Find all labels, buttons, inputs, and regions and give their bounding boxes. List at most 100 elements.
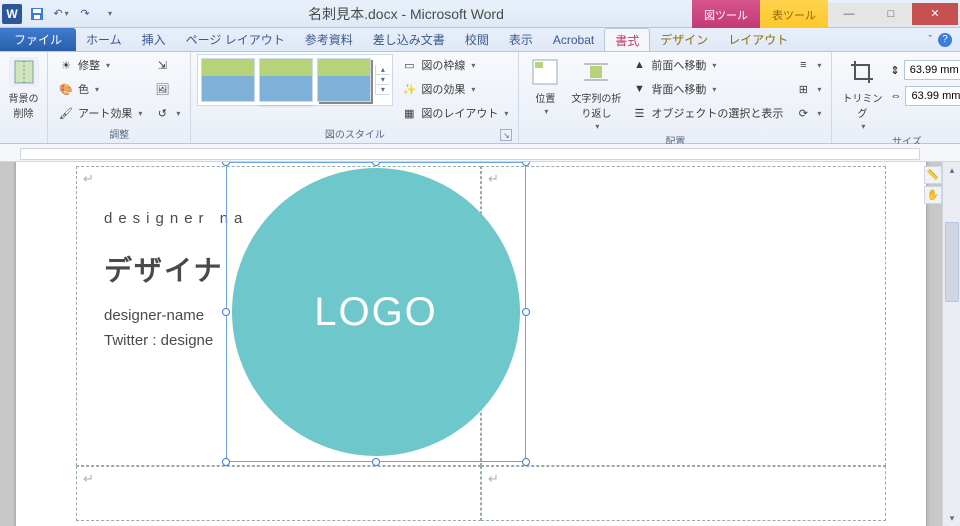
corrections-icon: ☀ (58, 57, 74, 73)
remove-background-button[interactable]: 背景の削除 (6, 54, 41, 120)
horizontal-ruler[interactable] (0, 144, 960, 162)
tab-view[interactable]: 表示 (499, 28, 543, 51)
resize-handle-bl[interactable] (222, 458, 230, 466)
reset-picture-button[interactable]: ↺▾ (150, 102, 184, 124)
picture-effects-button[interactable]: ✨図の効果▾ (397, 78, 512, 100)
height-input[interactable]: ▴▾ (904, 60, 960, 80)
tab-home[interactable]: ホーム (76, 28, 132, 51)
tab-acrobat[interactable]: Acrobat (543, 28, 604, 51)
ribbon: 背景の削除 ☀修整▾ 🎨色▾ 🖌アート効果▾ ⇲ 🖼 ↺▾ 調整 (0, 52, 960, 144)
tab-table-design[interactable]: デザイン (650, 28, 718, 51)
style-thumb-1[interactable] (201, 58, 255, 102)
tab-review[interactable]: 校閲 (455, 28, 499, 51)
scroll-up-icon[interactable]: ▴ (943, 162, 960, 178)
bring-forward-button[interactable]: ▲前面へ移動▾ (627, 54, 787, 76)
tab-references[interactable]: 参考資料 (295, 28, 363, 51)
vertical-scrollbar[interactable]: ▴ ▾ (942, 162, 960, 526)
align-button[interactable]: ≡▾ (791, 54, 825, 76)
align-icon: ≡ (795, 57, 811, 73)
resize-handle-br[interactable] (522, 458, 530, 466)
tab-mailings[interactable]: 差し込み文書 (363, 28, 455, 51)
word-app-icon: W (2, 4, 22, 24)
selected-picture[interactable]: LOGO (226, 162, 526, 462)
scroll-thumb[interactable] (945, 222, 959, 302)
picture-layout-button[interactable]: ▦図のレイアウト▾ (397, 102, 512, 124)
table-cell[interactable]: ↵ (481, 466, 886, 521)
style-thumb-3[interactable] (317, 58, 371, 102)
tab-page-layout[interactable]: ページ レイアウト (176, 28, 295, 51)
width-input[interactable]: ▴▾ (905, 86, 960, 106)
tab-table-layout[interactable]: レイアウト (718, 28, 798, 51)
minimize-button[interactable]: — (828, 3, 870, 25)
artistic-effects-button[interactable]: 🖌アート効果▾ (54, 102, 146, 124)
artistic-icon: 🖌 (58, 105, 74, 121)
picture-border-button[interactable]: ▭図の枠線▾ (397, 54, 512, 76)
pan-icon[interactable]: ✋ (924, 186, 942, 204)
color-button[interactable]: 🎨色▾ (54, 78, 146, 100)
rotate-icon: ⟳ (795, 105, 811, 121)
bring-forward-icon: ▲ (631, 57, 647, 73)
help-icon[interactable]: ? (938, 33, 952, 47)
picture-effects-icon: ✨ (401, 81, 417, 97)
position-button[interactable]: 位置▾ (525, 54, 565, 116)
scroll-down-icon[interactable]: ▾ (943, 510, 960, 526)
wrap-text-button[interactable]: 文字列の折り返し▾ (569, 54, 623, 131)
resize-handle-b[interactable] (372, 458, 380, 466)
send-backward-button[interactable]: ▼背面へ移動▾ (627, 78, 787, 100)
undo-icon[interactable]: ↶▾ (50, 3, 72, 25)
group-arrange: 位置▾ 文字列の折り返し▾ ▲前面へ移動▾ ▼背面へ移動▾ ☰オブジェクトの選択… (519, 52, 832, 143)
close-button[interactable]: ✕ (912, 3, 958, 25)
group-adjust: ☀修整▾ 🎨色▾ 🖌アート効果▾ ⇲ 🖼 ↺▾ 調整 (48, 52, 191, 143)
styles-launcher[interactable]: ↘ (500, 129, 512, 141)
style-thumb-2[interactable] (259, 58, 313, 102)
wrap-text-icon (580, 56, 612, 88)
document-area: ↵ ↵ ↵ ↵ designer na デザイナ designer-name T… (0, 162, 960, 526)
redo-icon[interactable]: ↷ (74, 3, 96, 25)
height-icon: ⇕ (890, 64, 899, 77)
side-tools: 📏 ✋ (924, 166, 942, 204)
page[interactable]: ↵ ↵ ↵ ↵ designer na デザイナ designer-name T… (16, 162, 926, 526)
group-icon: ⊞ (795, 81, 811, 97)
gallery-scroll-up[interactable]: ▴ (376, 65, 389, 75)
quick-access-toolbar: ↶▾ ↷ ▾ (26, 3, 120, 25)
width-icon: ⇔ (890, 90, 901, 102)
crop-icon (846, 56, 878, 88)
compress-pictures-button[interactable]: ⇲ (150, 54, 184, 76)
selection-pane-button[interactable]: ☰オブジェクトの選択と表示 (627, 102, 787, 124)
group-objects-button[interactable]: ⊞▾ (791, 78, 825, 100)
group-remove-bg: 背景の削除 (0, 52, 48, 143)
remove-background-icon (8, 56, 40, 88)
rotate-button[interactable]: ⟳▾ (791, 102, 825, 124)
color-icon: 🎨 (58, 81, 74, 97)
tab-file[interactable]: ファイル (0, 28, 76, 51)
gallery-more[interactable]: ▾ (376, 85, 389, 95)
table-cell[interactable]: ↵ (76, 466, 481, 521)
picture-layout-icon: ▦ (401, 105, 417, 121)
tab-insert[interactable]: 挿入 (132, 28, 176, 51)
position-icon (529, 56, 561, 88)
group-styles-label: 図のスタイル (325, 130, 385, 141)
remove-background-label: 背景の削除 (6, 90, 41, 120)
gallery-scroll-down[interactable]: ▾ (376, 75, 389, 85)
picture-border-icon: ▭ (401, 57, 417, 73)
save-icon[interactable] (26, 3, 48, 25)
maximize-button[interactable]: □ (870, 3, 912, 25)
qat-customize-icon[interactable]: ▾ (98, 3, 120, 25)
picture-styles-gallery[interactable]: ▴ ▾ ▾ (197, 54, 393, 106)
ribbon-tabs: ファイル ホーム 挿入 ページ レイアウト 参考資料 差し込み文書 校閲 表示 … (0, 28, 960, 52)
ruler-toggle-icon[interactable]: 📏 (924, 166, 942, 184)
selection-pane-icon: ☰ (631, 105, 647, 121)
change-picture-button[interactable]: 🖼 (150, 78, 184, 100)
selection-border (226, 162, 526, 462)
resize-handle-r[interactable] (522, 308, 530, 316)
change-picture-icon: 🖼 (154, 81, 170, 97)
minimize-ribbon-icon[interactable]: ˇ (928, 34, 932, 46)
corrections-button[interactable]: ☀修整▾ (54, 54, 146, 76)
send-backward-icon: ▼ (631, 81, 647, 97)
resize-handle-l[interactable] (222, 308, 230, 316)
document-title: 名刺見本.docx - Microsoft Word (120, 4, 692, 24)
table-cell[interactable]: ↵ (481, 166, 886, 466)
group-picture-styles: ▴ ▾ ▾ ▭図の枠線▾ ✨図の効果▾ ▦図のレイアウト▾ 図のスタイル ↘ (191, 52, 519, 143)
tab-picture-format[interactable]: 書式 (604, 28, 650, 51)
crop-button[interactable]: トリミング▾ (838, 54, 886, 131)
